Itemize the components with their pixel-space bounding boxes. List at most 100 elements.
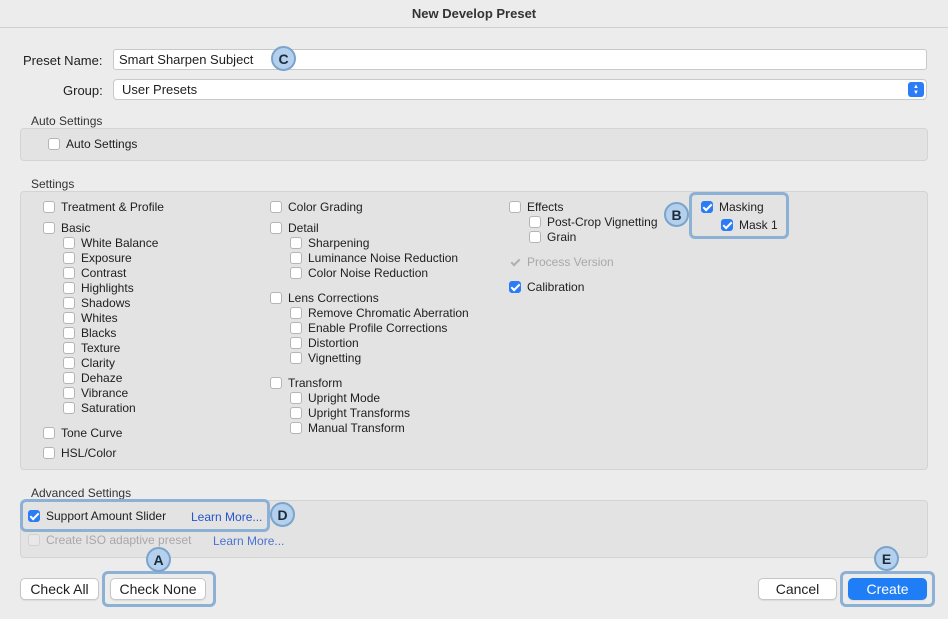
callout-d-badge: D: [270, 502, 295, 527]
checkbox-icon: [63, 237, 75, 249]
up-down-chevron-icon: ▲ ▼: [908, 82, 924, 97]
effects-checkbox[interactable]: Effects: [509, 200, 563, 214]
group-label: Group:: [63, 83, 103, 98]
checkbox-icon: [290, 352, 302, 364]
group-select[interactable]: User Presets ▲ ▼: [113, 79, 927, 100]
checkbox-icon: [270, 377, 282, 389]
dehaze-checkbox[interactable]: Dehaze: [63, 371, 122, 385]
saturation-checkbox[interactable]: Saturation: [63, 401, 136, 415]
checkbox-icon: [63, 402, 75, 414]
upright-transforms-checkbox[interactable]: Upright Transforms: [290, 406, 410, 420]
checkbox-checked-icon: [28, 510, 40, 522]
manual-transform-checkbox[interactable]: Manual Transform: [290, 421, 405, 435]
post-crop-vignetting-checkbox[interactable]: Post-Crop Vignetting: [529, 215, 658, 229]
vignetting-checkbox[interactable]: Vignetting: [290, 351, 361, 365]
learn-more-link-1[interactable]: Learn More...: [191, 510, 262, 524]
checkbox-checked-icon: [701, 201, 713, 213]
checkbox-icon: [43, 222, 55, 234]
checkbox-icon: [43, 201, 55, 213]
checkbox-checked-icon: [721, 219, 733, 231]
iso-adaptive-checkbox: Create ISO adaptive preset: [28, 533, 191, 547]
auto-settings-panel: Auto Settings: [20, 128, 928, 161]
support-amount-slider-checkbox[interactable]: Support Amount Slider: [28, 509, 166, 523]
luminance-noise-reduction-checkbox[interactable]: Luminance Noise Reduction: [290, 251, 458, 265]
checkbox-icon: [63, 252, 75, 264]
window-title: New Develop Preset: [0, 0, 948, 28]
checkbox-checked-icon: [509, 281, 521, 293]
masking-checkbox[interactable]: Masking: [701, 200, 764, 214]
checkbox-icon: [290, 252, 302, 264]
transform-checkbox[interactable]: Transform: [270, 376, 342, 390]
vibrance-checkbox[interactable]: Vibrance: [63, 386, 128, 400]
callout-b-badge: B: [664, 202, 689, 227]
settings-title: Settings: [31, 177, 75, 191]
auto-settings-title: Auto Settings: [31, 114, 103, 128]
checkbox-icon: [63, 297, 75, 309]
callout-a-badge: A: [146, 547, 171, 572]
checkbox-icon: [290, 307, 302, 319]
create-button[interactable]: Create: [848, 578, 927, 600]
preset-name-input[interactable]: Smart Sharpen Subject: [113, 49, 927, 70]
checkbox-icon: [63, 372, 75, 384]
sharpening-checkbox[interactable]: Sharpening: [290, 236, 369, 250]
hsl-color-checkbox[interactable]: HSL/Color: [43, 446, 116, 460]
auto-settings-checkbox[interactable]: Auto Settings: [48, 137, 137, 151]
checkbox-icon: [290, 322, 302, 334]
learn-more-link-2[interactable]: Learn More...: [213, 534, 284, 548]
remove-chromatic-aberration-checkbox[interactable]: Remove Chromatic Aberration: [290, 306, 469, 320]
exposure-checkbox[interactable]: Exposure: [63, 251, 132, 265]
checkbox-icon: [529, 216, 541, 228]
upright-mode-checkbox[interactable]: Upright Mode: [290, 391, 380, 405]
checkbox-icon: [290, 237, 302, 249]
settings-panel: [20, 191, 928, 470]
distortion-checkbox[interactable]: Distortion: [290, 336, 359, 350]
checkbox-icon: [290, 337, 302, 349]
lens-corrections-checkbox[interactable]: Lens Corrections: [270, 291, 379, 305]
checkbox-icon: [63, 312, 75, 324]
white-balance-checkbox[interactable]: White Balance: [63, 236, 158, 250]
mask-1-checkbox[interactable]: Mask 1: [721, 218, 778, 232]
checkbox-icon: [290, 422, 302, 434]
whites-checkbox[interactable]: Whites: [63, 311, 118, 325]
checkbox-icon: [529, 231, 541, 243]
checkbox-icon: [63, 327, 75, 339]
checkbox-icon: [63, 387, 75, 399]
callout-c-badge: C: [271, 46, 296, 71]
checkbox-icon: [48, 138, 60, 150]
checkbox-icon: [290, 407, 302, 419]
checkbox-icon: [63, 357, 75, 369]
texture-checkbox[interactable]: Texture: [63, 341, 120, 355]
contrast-checkbox[interactable]: Contrast: [63, 266, 126, 280]
clarity-checkbox[interactable]: Clarity: [63, 356, 115, 370]
checkbox-icon: [63, 267, 75, 279]
checkbox-icon: [270, 222, 282, 234]
check-none-button[interactable]: Check None: [110, 578, 206, 600]
checkbox-icon: [43, 447, 55, 459]
checkmark-icon: [509, 256, 521, 268]
checkbox-icon: [63, 282, 75, 294]
check-all-button[interactable]: Check All: [20, 578, 99, 600]
process-version-checkbox: Process Version: [509, 255, 614, 269]
highlights-checkbox[interactable]: Highlights: [63, 281, 134, 295]
checkbox-icon: [270, 292, 282, 304]
checkbox-icon: [509, 201, 521, 213]
color-noise-reduction-checkbox[interactable]: Color Noise Reduction: [290, 266, 428, 280]
advanced-settings-title: Advanced Settings: [31, 486, 132, 500]
checkbox-icon: [290, 392, 302, 404]
tone-curve-checkbox[interactable]: Tone Curve: [43, 426, 122, 440]
checkbox-icon: [63, 342, 75, 354]
preset-name-label: Preset Name:: [23, 53, 103, 68]
checkbox-icon: [290, 267, 302, 279]
shadows-checkbox[interactable]: Shadows: [63, 296, 130, 310]
checkbox-icon: [270, 201, 282, 213]
treatment-profile-checkbox[interactable]: Treatment & Profile: [43, 200, 164, 214]
grain-checkbox[interactable]: Grain: [529, 230, 576, 244]
enable-profile-corrections-checkbox[interactable]: Enable Profile Corrections: [290, 321, 447, 335]
calibration-checkbox[interactable]: Calibration: [509, 280, 584, 294]
cancel-button[interactable]: Cancel: [758, 578, 837, 600]
group-select-value: User Presets: [122, 82, 198, 97]
color-grading-checkbox[interactable]: Color Grading: [270, 200, 363, 214]
blacks-checkbox[interactable]: Blacks: [63, 326, 116, 340]
basic-checkbox[interactable]: Basic: [43, 221, 90, 235]
detail-checkbox[interactable]: Detail: [270, 221, 319, 235]
